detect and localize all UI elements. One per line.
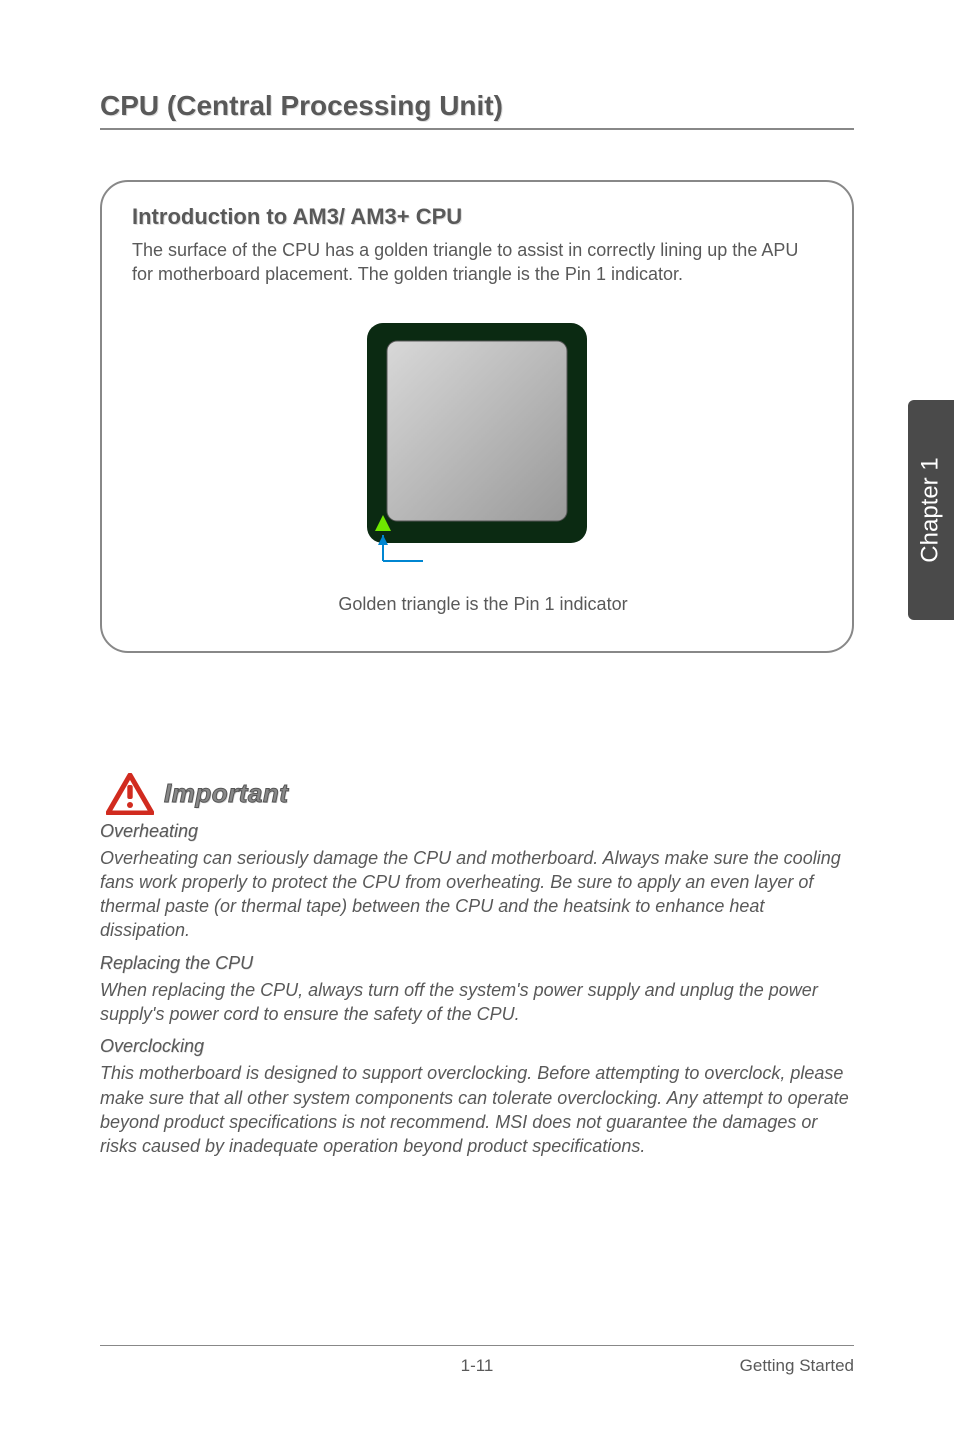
cpu-illustration: Golden triangle is the Pin 1 indicator (132, 323, 822, 615)
warning-icon (106, 773, 154, 815)
section-title-replacing: Replacing the CPU (100, 953, 854, 974)
chapter-side-tab: Chapter 1 (908, 400, 954, 620)
card-title: Introduction to AM3/ AM3+ CPU (132, 204, 822, 230)
cpu-die (387, 341, 567, 521)
section-title-overheating: Overheating (100, 821, 854, 842)
section-body-replacing: When replacing the CPU, always turn off … (100, 978, 854, 1027)
card-text: The surface of the CPU has a golden tria… (132, 238, 822, 287)
page-title: CPU (Central Processing Unit) (100, 90, 854, 130)
intro-card: Introduction to AM3/ AM3+ CPU The surfac… (100, 180, 854, 653)
chapter-side-label: Chapter 1 (917, 457, 945, 562)
cpu-svg (357, 323, 597, 583)
page-content: CPU (Central Processing Unit) Introducti… (0, 0, 954, 1159)
important-header: Important (100, 773, 854, 815)
page-footer: 1-11 Getting Started (100, 1345, 854, 1376)
section-body-overheating: Overheating can seriously damage the CPU… (100, 846, 854, 943)
important-block: Important Overheating Overheating can se… (100, 773, 854, 1159)
important-label: Important (164, 778, 288, 809)
footer-section-name: Getting Started (740, 1356, 854, 1376)
section-title-overclocking: Overclocking (100, 1036, 854, 1057)
indicator-label: Golden triangle is the Pin 1 indicator (338, 594, 627, 615)
footer-page-number: 1-11 (461, 1356, 494, 1376)
section-body-overclocking: This motherboard is designed to support … (100, 1061, 854, 1158)
